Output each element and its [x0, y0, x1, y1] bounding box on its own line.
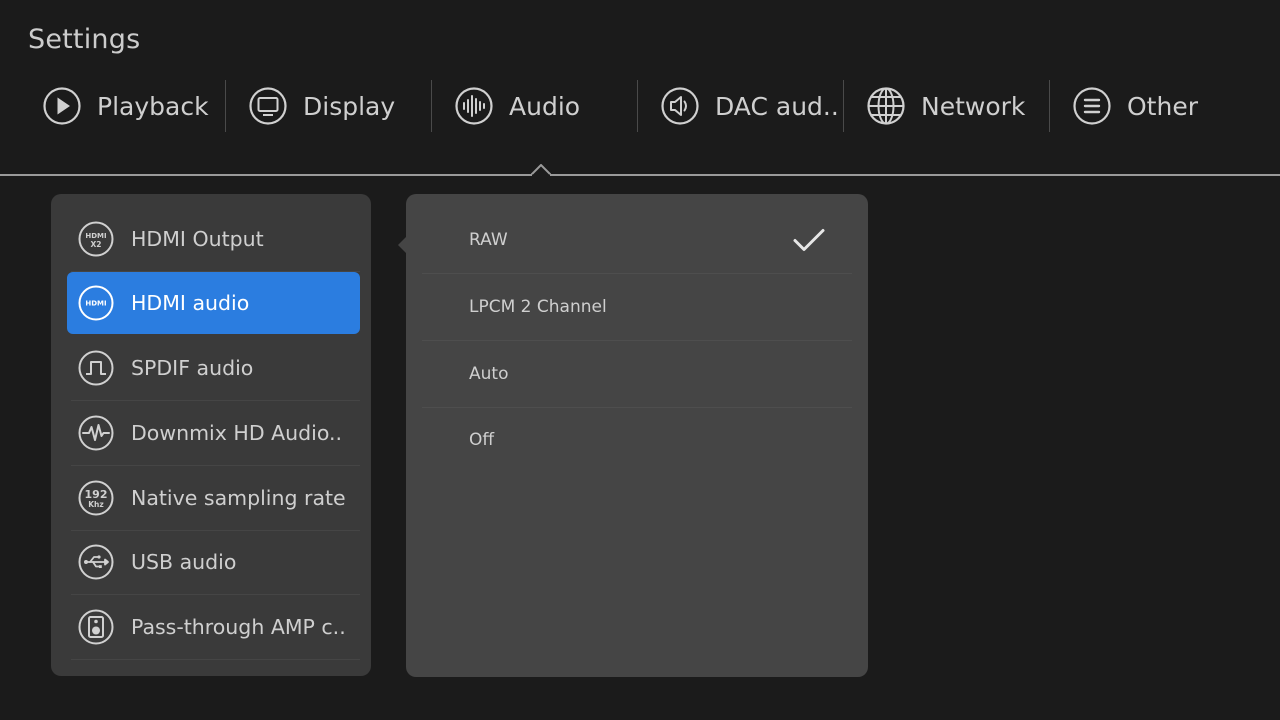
audio-settings-menu: HDMI X2 HDMI Output HDMI HDMI audio SPDI…	[51, 194, 371, 676]
option-label: Auto	[469, 364, 509, 384]
page-title: Settings	[28, 24, 141, 55]
hdmi-x2-icon: HDMI X2	[78, 221, 114, 257]
tab-playback[interactable]: Playback	[28, 78, 234, 134]
menu-item-native-sampling-rate[interactable]: 192 Khz Native sampling rate	[67, 466, 360, 531]
menu-item-downmix-hd-audio[interactable]: Downmix HD Audio..	[67, 401, 360, 466]
icon-text: Khz	[88, 500, 104, 509]
menu-item-hdmi-audio[interactable]: HDMI HDMI audio	[67, 272, 360, 334]
icon-text: X2	[90, 240, 101, 249]
option-label: RAW	[469, 230, 508, 250]
option-label: LPCM 2 Channel	[469, 297, 607, 317]
tab-audio[interactable]: Audio	[440, 78, 646, 134]
hdmi-audio-options: RAW LPCM 2 Channel Auto Off	[406, 194, 868, 677]
menu-item-label: Native sampling rate	[131, 486, 346, 510]
play-circle-icon	[43, 87, 81, 125]
globe-icon	[867, 87, 905, 125]
option-label: Off	[469, 430, 495, 450]
menu-item-pass-through-amp[interactable]: Pass-through AMP c..	[67, 595, 360, 660]
menu-divider	[71, 659, 360, 660]
tab-label: Display	[303, 91, 396, 121]
menu-item-usb-audio[interactable]: USB audio	[67, 530, 360, 595]
sample-rate-icon: 192 Khz	[78, 480, 114, 516]
waveform-icon	[455, 87, 493, 125]
tab-label: Other	[1127, 91, 1198, 121]
tab-bar: Playback Display Audio DAC aud.. Network…	[0, 78, 1280, 134]
menu-item-label: USB audio	[131, 550, 237, 574]
tab-label: Network	[921, 91, 1026, 121]
tab-separator	[431, 80, 432, 132]
menu-item-label: HDMI Output	[131, 227, 264, 251]
tab-separator	[1049, 80, 1050, 132]
option-off[interactable]: Off	[422, 407, 852, 473]
usb-icon	[78, 544, 114, 580]
option-lpcm-2-channel[interactable]: LPCM 2 Channel	[422, 274, 852, 341]
tab-network[interactable]: Network	[852, 78, 1058, 134]
tab-separator	[843, 80, 844, 132]
tab-separator	[225, 80, 226, 132]
menu-item-label: HDMI audio	[131, 291, 250, 315]
pulse-wave-icon	[78, 415, 114, 451]
hdmi-icon: HDMI	[78, 285, 114, 321]
checkmark-icon	[793, 229, 825, 251]
tab-label: Audio	[509, 91, 581, 121]
monitor-icon	[249, 87, 287, 125]
square-wave-icon	[78, 350, 114, 386]
speaker-icon	[661, 87, 699, 125]
menu-item-spdif-audio[interactable]: SPDIF audio	[67, 336, 360, 401]
option-raw[interactable]: RAW	[422, 207, 852, 274]
menu-item-label: SPDIF audio	[131, 356, 254, 380]
icon-text: HDMI	[85, 232, 106, 240]
tab-separator	[637, 80, 638, 132]
amp-speaker-icon	[78, 609, 114, 645]
tab-label: DAC aud..	[715, 91, 839, 121]
tab-other[interactable]: Other	[1058, 78, 1264, 134]
menu-lines-icon	[1073, 87, 1111, 125]
tab-dac-audio[interactable]: DAC aud..	[646, 78, 852, 134]
tab-label: Playback	[97, 91, 209, 121]
icon-text: HDMI	[85, 300, 106, 308]
settings-screen: Settings Playback Display Audio DAC aud.…	[0, 0, 1280, 720]
active-tab-pointer	[531, 164, 551, 176]
tab-underline	[0, 174, 1280, 176]
option-auto[interactable]: Auto	[422, 341, 852, 408]
menu-item-hdmi-output[interactable]: HDMI X2 HDMI Output	[67, 207, 360, 272]
menu-item-label: Downmix HD Audio..	[131, 421, 343, 445]
tab-display[interactable]: Display	[234, 78, 440, 134]
menu-item-label: Pass-through AMP c..	[131, 615, 346, 639]
